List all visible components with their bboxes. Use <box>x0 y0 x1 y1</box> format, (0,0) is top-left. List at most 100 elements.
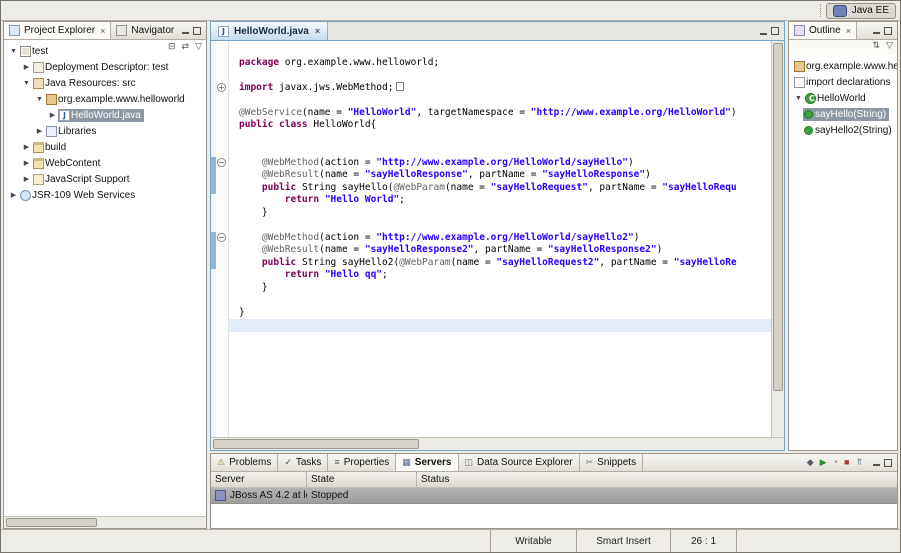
link-editor-icon[interactable]: ⇄ <box>182 42 190 51</box>
fold-minus-icon[interactable]: − <box>217 158 226 167</box>
caret-right-icon[interactable]: ▶ <box>21 175 32 183</box>
fold-plus-icon[interactable]: + <box>217 83 226 92</box>
maximize-icon[interactable] <box>884 459 892 467</box>
scrollbar-thumb[interactable] <box>213 439 419 449</box>
start-icon[interactable]: ▶ <box>820 458 827 467</box>
code-line-14[interactable]: } <box>229 207 771 220</box>
tab-servers[interactable]: ▦Servers <box>396 454 458 471</box>
caret-right-icon[interactable]: ▶ <box>8 191 19 199</box>
tab-properties[interactable]: ≡Properties <box>328 454 396 471</box>
code-line-10[interactable]: @WebMethod(action = "http://www.example.… <box>229 157 771 170</box>
minimize-icon[interactable] <box>873 32 880 34</box>
maximize-icon[interactable] <box>771 27 779 35</box>
caret-right-icon[interactable]: ▶ <box>21 143 32 151</box>
code-line-11[interactable]: @WebResult(name = "sayHelloResponse", pa… <box>229 169 771 182</box>
outline-item-helloworld[interactable]: ▼HelloWorld <box>789 90 897 106</box>
fold-minus-icon[interactable]: − <box>217 233 226 242</box>
scrollbar-thumb[interactable] <box>773 43 783 391</box>
collapse-all-icon[interactable]: ⊟ <box>168 42 176 51</box>
explorer-item-java-resources-src[interactable]: ▼Java Resources: src <box>4 75 206 91</box>
maximize-icon[interactable] <box>193 27 201 35</box>
sort-icon[interactable]: ⇅ <box>873 41 881 54</box>
scrollbar-thumb[interactable] <box>6 518 97 527</box>
code-line-1[interactable] <box>229 44 771 57</box>
code-token: @WebResult <box>262 169 319 180</box>
code-line-8[interactable] <box>229 132 771 145</box>
minimize-icon[interactable] <box>760 33 767 35</box>
close-icon[interactable]: × <box>100 26 105 36</box>
outline-item-import-declarations[interactable]: import declarations <box>789 74 897 90</box>
code-line-3[interactable] <box>229 69 771 82</box>
perspective-java-ee-button[interactable]: Java EE <box>826 3 896 19</box>
caret-down-icon[interactable]: ▼ <box>8 48 19 55</box>
collapsed-fold-icon[interactable] <box>396 82 404 91</box>
column-server[interactable]: Server <box>211 472 307 487</box>
debug-icon[interactable]: ◆ <box>807 458 814 467</box>
explorer-item-org-example-www-helloworld[interactable]: ▼org.example.www.helloworld <box>4 91 206 107</box>
code-line-13[interactable]: return "Hello World"; <box>229 194 771 207</box>
editor-vscrollbar[interactable] <box>771 41 784 437</box>
project-explorer-tab-navigator[interactable]: Navigator <box>111 22 177 39</box>
view-menu-icon[interactable]: ▽ <box>886 41 893 54</box>
explorer-item-jsr-109-web-services[interactable]: ▶JSR-109 Web Services <box>4 187 206 203</box>
caret-right-icon[interactable]: ▶ <box>21 63 32 71</box>
column-state[interactable]: State <box>307 472 417 487</box>
code-line-23[interactable] <box>229 319 771 332</box>
project-explorer-tab-project-explorer[interactable]: Project Explorer× <box>4 22 111 39</box>
code-line-19[interactable]: return "Hello qq"; <box>229 269 771 282</box>
explorer-item-webcontent[interactable]: ▶WebContent <box>4 155 206 171</box>
close-icon[interactable]: × <box>846 26 851 36</box>
tab-snippets[interactable]: ✂Snippets <box>580 454 643 471</box>
publish-icon[interactable]: ⇑ <box>855 458 863 467</box>
explorer-item-libraries[interactable]: ▶Libraries <box>4 123 206 139</box>
code-line-22[interactable]: } <box>229 307 771 320</box>
column-status[interactable]: Status <box>417 472 897 487</box>
code-line-16[interactable]: @WebMethod(action = "http://www.example.… <box>229 232 771 245</box>
stop-icon[interactable]: ■ <box>844 458 849 467</box>
explorer-item-javascript-support[interactable]: ▶JavaScript Support <box>4 171 206 187</box>
code-line-2[interactable]: package org.example.www.helloworld; <box>229 57 771 70</box>
project-explorer-hscrollbar[interactable] <box>4 516 206 528</box>
code-line-6[interactable]: @WebService(name = "HelloWorld", targetN… <box>229 107 771 120</box>
perspective-bar-handle[interactable] <box>820 4 821 17</box>
server-row[interactable]: JBoss AS 4.2 at lc Stopped <box>211 488 897 504</box>
editor-tab-helloworld-java[interactable]: HelloWorld.java × <box>211 22 328 40</box>
minimize-icon[interactable] <box>873 464 880 466</box>
insert-mode-status[interactable]: Smart Insert <box>576 530 670 552</box>
tab-tasks[interactable]: ✓Tasks <box>278 454 328 471</box>
profile-icon[interactable]: ◔ <box>833 458 838 467</box>
close-icon[interactable]: × <box>315 26 320 36</box>
code-line-18[interactable]: public String sayHello2(@WebParam(name =… <box>229 257 771 270</box>
code-line-20[interactable]: } <box>229 282 771 295</box>
caret-right-icon[interactable]: ▶ <box>34 127 45 135</box>
code-line-17[interactable]: @WebResult(name = "sayHelloResponse2", p… <box>229 244 771 257</box>
code-token: (name = <box>319 169 365 180</box>
caret-down-icon[interactable]: ▼ <box>34 96 45 103</box>
caret-right-icon[interactable]: ▶ <box>47 111 58 119</box>
code-line-15[interactable] <box>229 219 771 232</box>
minimize-icon[interactable] <box>182 32 189 34</box>
caret-right-icon[interactable]: ▶ <box>21 159 32 167</box>
code-line-4[interactable]: import javax.jws.WebMethod; <box>229 82 771 95</box>
caret-down-icon[interactable]: ▼ <box>793 95 804 102</box>
explorer-item-build[interactable]: ▶build <box>4 139 206 155</box>
maximize-icon[interactable] <box>884 27 892 35</box>
explorer-item-deployment-descriptor-test[interactable]: ▶Deployment Descriptor: test <box>4 59 206 75</box>
caret-down-icon[interactable]: ▼ <box>21 80 32 87</box>
editor-hscrollbar[interactable] <box>211 437 784 450</box>
outline-item-sayhello2-string[interactable]: sayHello2(String) <box>789 122 897 138</box>
outline-tab-outline[interactable]: Outline× <box>789 22 857 39</box>
explorer-item-helloworld-java[interactable]: ▶HelloWorld.java <box>4 107 206 123</box>
outline-item-org-example-www-helloworld[interactable]: org.example.www.helloworld <box>789 58 897 74</box>
code-line-7[interactable]: public class HelloWorld{ <box>229 119 771 132</box>
class-icon <box>805 93 816 104</box>
code-line-5[interactable] <box>229 94 771 107</box>
tab-problems[interactable]: ⚠Problems <box>211 454 278 471</box>
view-menu-icon[interactable]: ▽ <box>195 42 202 51</box>
code-line-21[interactable] <box>229 294 771 307</box>
code-line-9[interactable] <box>229 144 771 157</box>
tab-data-source-explorer[interactable]: ◫Data Source Explorer <box>459 454 580 471</box>
code-area[interactable]: package org.example.www.helloworld; impor… <box>229 41 771 437</box>
outline-item-sayhello-string[interactable]: sayHello(String) <box>789 106 897 122</box>
code-line-12[interactable]: public String sayHello(@WebParam(name = … <box>229 182 771 195</box>
